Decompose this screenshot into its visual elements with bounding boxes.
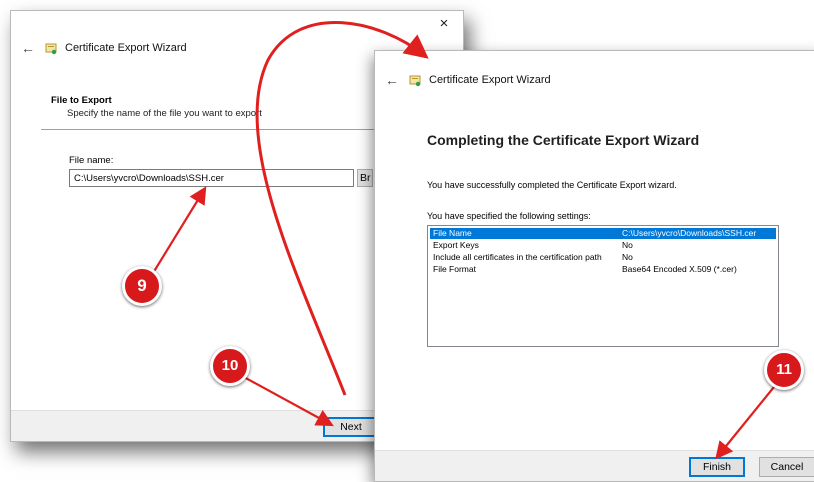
- wizard-title: Certificate Export Wizard: [429, 74, 551, 86]
- export-wizard-window-complete: × ← Certificate Export Wizard Completing…: [374, 50, 814, 482]
- setting-value: No: [622, 252, 633, 262]
- wizard-footer: Finish Cancel: [375, 450, 814, 481]
- step-badge-10: 10: [210, 346, 250, 386]
- list-item[interactable]: File Format Base64 Encoded X.509 (*.cer): [430, 264, 776, 275]
- wizard-header: ← Certificate Export Wizard: [21, 39, 187, 57]
- filename-label: File name:: [69, 155, 114, 166]
- wizard-header: ← Certificate Export Wizard: [385, 71, 551, 89]
- settings-list[interactable]: File Name C:\Users\yvcro\Downloads\SSH.c…: [427, 225, 779, 347]
- setting-key: Export Keys: [433, 240, 479, 250]
- next-button[interactable]: Next: [323, 417, 379, 437]
- certificate-icon: [45, 42, 58, 55]
- success-text: You have successfully completed the Cert…: [427, 180, 677, 190]
- setting-key: Include all certificates in the certific…: [433, 252, 602, 262]
- step-badge-9: 9: [122, 266, 162, 306]
- settings-intro: You have specified the following setting…: [427, 211, 591, 221]
- close-icon[interactable]: ×: [435, 15, 453, 33]
- completion-heading: Completing the Certificate Export Wizard: [427, 132, 700, 148]
- list-item[interactable]: Include all certificates in the certific…: [430, 252, 776, 263]
- setting-value: Base64 Encoded X.509 (*.cer): [622, 264, 737, 274]
- back-arrow-icon[interactable]: ←: [21, 40, 39, 56]
- section-title: File to Export: [51, 95, 112, 106]
- browse-button[interactable]: Br: [357, 169, 373, 187]
- section-subtitle: Specify the name of the file you want to…: [67, 108, 262, 119]
- setting-key: File Name: [433, 228, 472, 238]
- filename-input[interactable]: C:\Users\yvcro\Downloads\SSH.cer: [69, 169, 354, 187]
- cancel-button[interactable]: Cancel: [759, 457, 814, 477]
- finish-button[interactable]: Finish: [689, 457, 745, 477]
- list-item[interactable]: Export Keys No: [430, 240, 776, 251]
- step-badge-11: 11: [764, 350, 804, 390]
- wizard-title: Certificate Export Wizard: [65, 42, 187, 54]
- setting-key: File Format: [433, 264, 476, 274]
- setting-value: No: [622, 240, 633, 250]
- back-arrow-icon[interactable]: ←: [385, 72, 403, 88]
- setting-value: C:\Users\yvcro\Downloads\SSH.cer: [622, 228, 757, 238]
- list-item[interactable]: File Name C:\Users\yvcro\Downloads\SSH.c…: [430, 228, 776, 239]
- close-icon[interactable]: ×: [809, 55, 814, 73]
- certificate-icon: [409, 74, 422, 87]
